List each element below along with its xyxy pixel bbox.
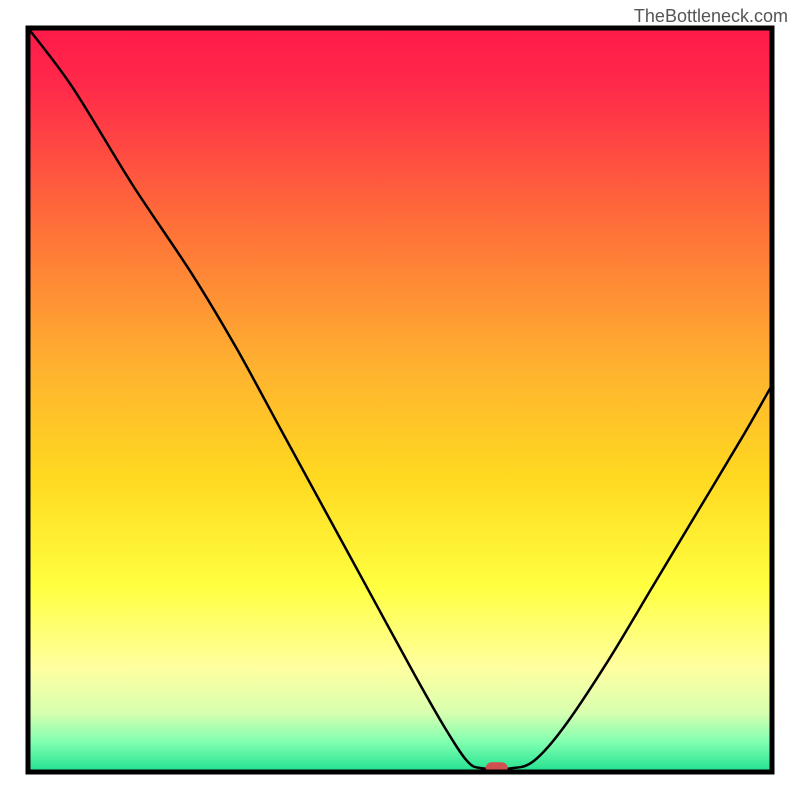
chart-container: TheBottleneck.com	[0, 0, 800, 800]
bottleneck-chart	[0, 0, 800, 800]
watermark-text: TheBottleneck.com	[634, 6, 788, 27]
gradient-background	[28, 28, 772, 772]
